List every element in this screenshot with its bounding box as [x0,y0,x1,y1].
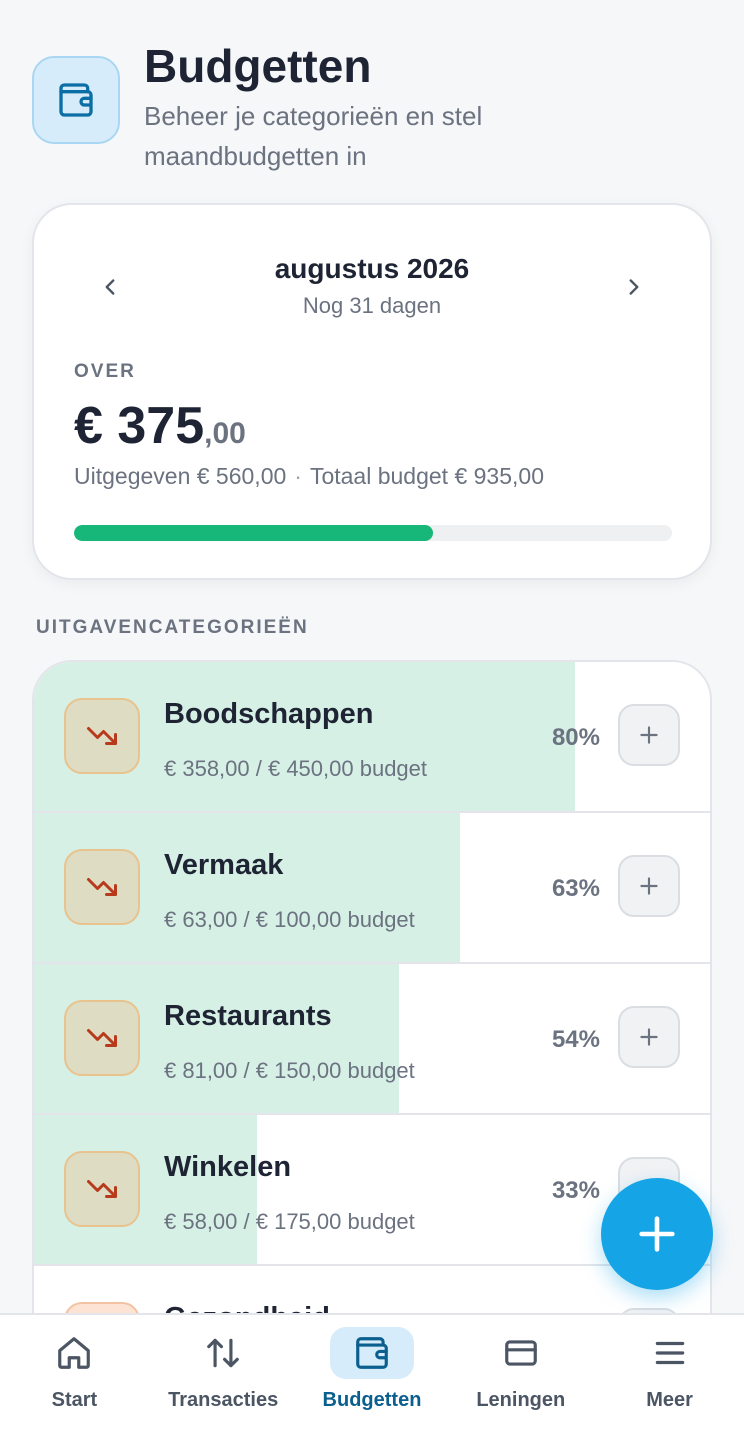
budget-summary-card: augustus 2026 Nog 31 dagen OVER € 375,00… [32,203,712,580]
category-name: Vermaak [164,849,284,881]
add-budget-fab[interactable] [601,1178,713,1290]
page-header: Budgetten Beheer je categorieën en stel … [32,40,712,176]
trending-down-icon [64,1151,140,1227]
section-label: UITGAVENCATEGORIEËN [36,617,309,638]
bottom-navigation: Start Transacties Budgetten Leningen Mee… [0,1313,744,1448]
nav-label: Leningen [476,1389,566,1411]
budget-progress-fill [74,525,433,541]
add-expense-button[interactable] [618,1006,680,1068]
add-expense-button[interactable] [618,855,680,917]
category-percent: 54% [551,1026,600,1053]
page-title: Budgetten [144,40,372,92]
nav-item-start[interactable]: Start [0,1315,149,1448]
page-subtitle: Beheer je categorieën en stel maandbudge… [144,101,483,171]
remaining-amount: € 375,00 [74,395,246,465]
month-navigator: augustus 2026 Nog 31 dagen [34,249,710,319]
spent-total-line: Uitgegeven € 560,00 · Totaal budget € 935,… [74,463,544,490]
category-row[interactable]: Boodschappen € 358,00 / € 450,00 budget … [34,662,710,813]
category-row[interactable]: Restaurants € 81,00 / € 150,00 budget 54… [34,964,710,1115]
card-icon [479,1327,563,1379]
add-expense-button[interactable] [618,704,680,766]
month-label: augustus 2026 [274,253,470,284]
home-icon [32,1327,116,1379]
category-amount: € 63,00 / € 100,00 budget [164,907,415,932]
next-month-button[interactable] [614,267,654,307]
category-percent: 80% [551,724,600,751]
trending-down-icon [64,698,140,774]
category-name: Winkelen [164,1151,292,1183]
wallet-icon [32,56,120,144]
plus-icon [640,726,658,744]
menu-icon [628,1327,712,1379]
remaining-label: OVER [74,361,136,382]
category-percent: 33% [551,1177,600,1204]
remaining-amount-main: € 375 [74,397,205,455]
separator: · [294,463,302,489]
chevron-right-icon [629,279,639,295]
wallet-icon [329,1327,414,1379]
plus-icon [639,1216,675,1252]
nav-item-budgetten[interactable]: Budgetten [298,1315,447,1448]
spent-text: Uitgegeven € 560,00 [74,463,287,489]
category-amount: € 81,00 / € 150,00 budget [164,1058,415,1083]
arrows-updown-icon [181,1327,265,1379]
trending-down-icon [64,1000,140,1076]
nav-item-leningen[interactable]: Leningen [446,1315,595,1448]
plus-icon [640,877,658,895]
nav-label: Start [51,1389,98,1411]
category-amount: € 58,00 / € 175,00 budget [164,1209,415,1234]
remaining-amount-cents: ,00 [204,417,246,450]
budget-progress-bar [74,525,672,541]
trending-down-icon [64,849,140,925]
category-name: Restaurants [164,1000,332,1032]
category-percent: 63% [551,875,600,902]
plus-icon [640,1028,658,1046]
nav-item-transacties[interactable]: Transacties [149,1315,298,1448]
nav-label: Transacties [168,1389,279,1411]
days-remaining: Nog 31 dagen [302,293,442,318]
category-name: Boodschappen [164,698,374,730]
total-budget-text: Totaal budget € 935,00 [309,463,544,489]
category-row[interactable]: Vermaak € 63,00 / € 100,00 budget 63% [34,813,710,964]
nav-item-meer[interactable]: Meer [595,1315,744,1448]
category-amount: € 358,00 / € 450,00 budget [164,756,428,781]
nav-label: Budgetten [322,1389,422,1411]
nav-label: Meer [646,1389,693,1411]
